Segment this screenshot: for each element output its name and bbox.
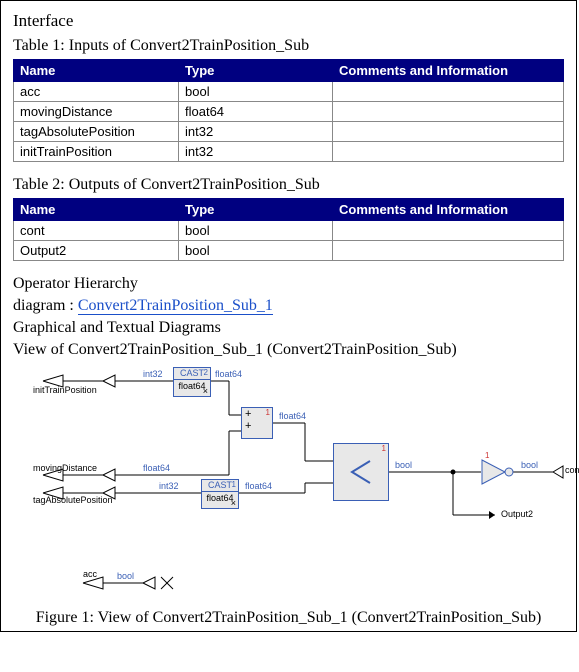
- th-comments: Comments and Information: [333, 199, 564, 221]
- inputs-table: Name Type Comments and Information acc b…: [13, 59, 564, 162]
- table-row: cont bool: [14, 221, 564, 241]
- figure-caption: Figure 1: View of Convert2TrainPosition_…: [13, 609, 564, 627]
- type-int32: int32: [159, 481, 179, 491]
- table-header: Name Type Comments and Information: [14, 60, 564, 82]
- block-compare: 1: [333, 443, 389, 501]
- junction-dot: [451, 470, 456, 475]
- block-add: 1 + +: [241, 407, 273, 439]
- table-row: movingDistance float64: [14, 102, 564, 122]
- port-tagAbsolutePosition: tagAbsolutePosition: [33, 495, 113, 505]
- type-bool: bool: [521, 460, 538, 470]
- th-type: Type: [179, 60, 333, 82]
- diagrams-heading: Graphical and Textual Diagrams: [13, 319, 564, 337]
- page: Interface Table 1: Inputs of Convert2Tra…: [0, 0, 577, 632]
- less-than-icon: [346, 457, 376, 487]
- block-not: 1: [481, 459, 517, 488]
- table-row: acc bool: [14, 82, 564, 102]
- table-header: Name Type Comments and Information: [14, 199, 564, 221]
- type-float64: float64: [279, 411, 306, 421]
- type-float64: float64: [215, 369, 242, 379]
- th-comments: Comments and Information: [333, 60, 564, 82]
- type-int32: int32: [143, 369, 163, 379]
- diagram-link-line: diagram : Convert2TrainPosition_Sub_1: [13, 297, 564, 315]
- table-row: tagAbsolutePosition int32: [14, 122, 564, 142]
- block-diagram: initTrainPosition int32 movingDistance f…: [33, 365, 573, 605]
- th-name: Name: [14, 60, 179, 82]
- outputs-table: Name Type Comments and Information cont …: [13, 198, 564, 261]
- type-bool: bool: [395, 460, 412, 470]
- port-cont: cont: [565, 465, 579, 475]
- block-cast1: 1 CAST float64 ×: [201, 479, 239, 509]
- table-row: initTrainPosition int32: [14, 142, 564, 162]
- port-movingDistance: movingDistance: [33, 463, 97, 473]
- th-name: Name: [14, 199, 179, 221]
- type-float64: float64: [245, 481, 272, 491]
- th-type: Type: [179, 199, 333, 221]
- view-heading: View of Convert2TrainPosition_Sub_1 (Con…: [13, 341, 564, 359]
- port-acc: acc: [83, 569, 97, 579]
- not-gate-icon: [481, 459, 517, 485]
- type-float64: float64: [143, 463, 170, 473]
- table-row: Output2 bool: [14, 241, 564, 261]
- diagram-link-prefix: diagram :: [13, 297, 78, 314]
- diagram-link[interactable]: Convert2TrainPosition_Sub_1: [78, 297, 273, 315]
- port-initTrainPosition: initTrainPosition: [33, 385, 97, 395]
- interface-heading: Interface: [13, 11, 564, 31]
- close-icon: ×: [203, 386, 208, 396]
- close-icon: ×: [231, 498, 236, 508]
- port-output2: Output2: [501, 509, 533, 519]
- hierarchy-heading: Operator Hierarchy: [13, 275, 564, 293]
- table1-caption: Table 1: Inputs of Convert2TrainPosition…: [13, 37, 564, 55]
- type-bool: bool: [117, 571, 134, 581]
- block-cast2: 2 CAST float64 ×: [173, 367, 211, 397]
- table2-caption: Table 2: Outputs of Convert2TrainPositio…: [13, 176, 564, 194]
